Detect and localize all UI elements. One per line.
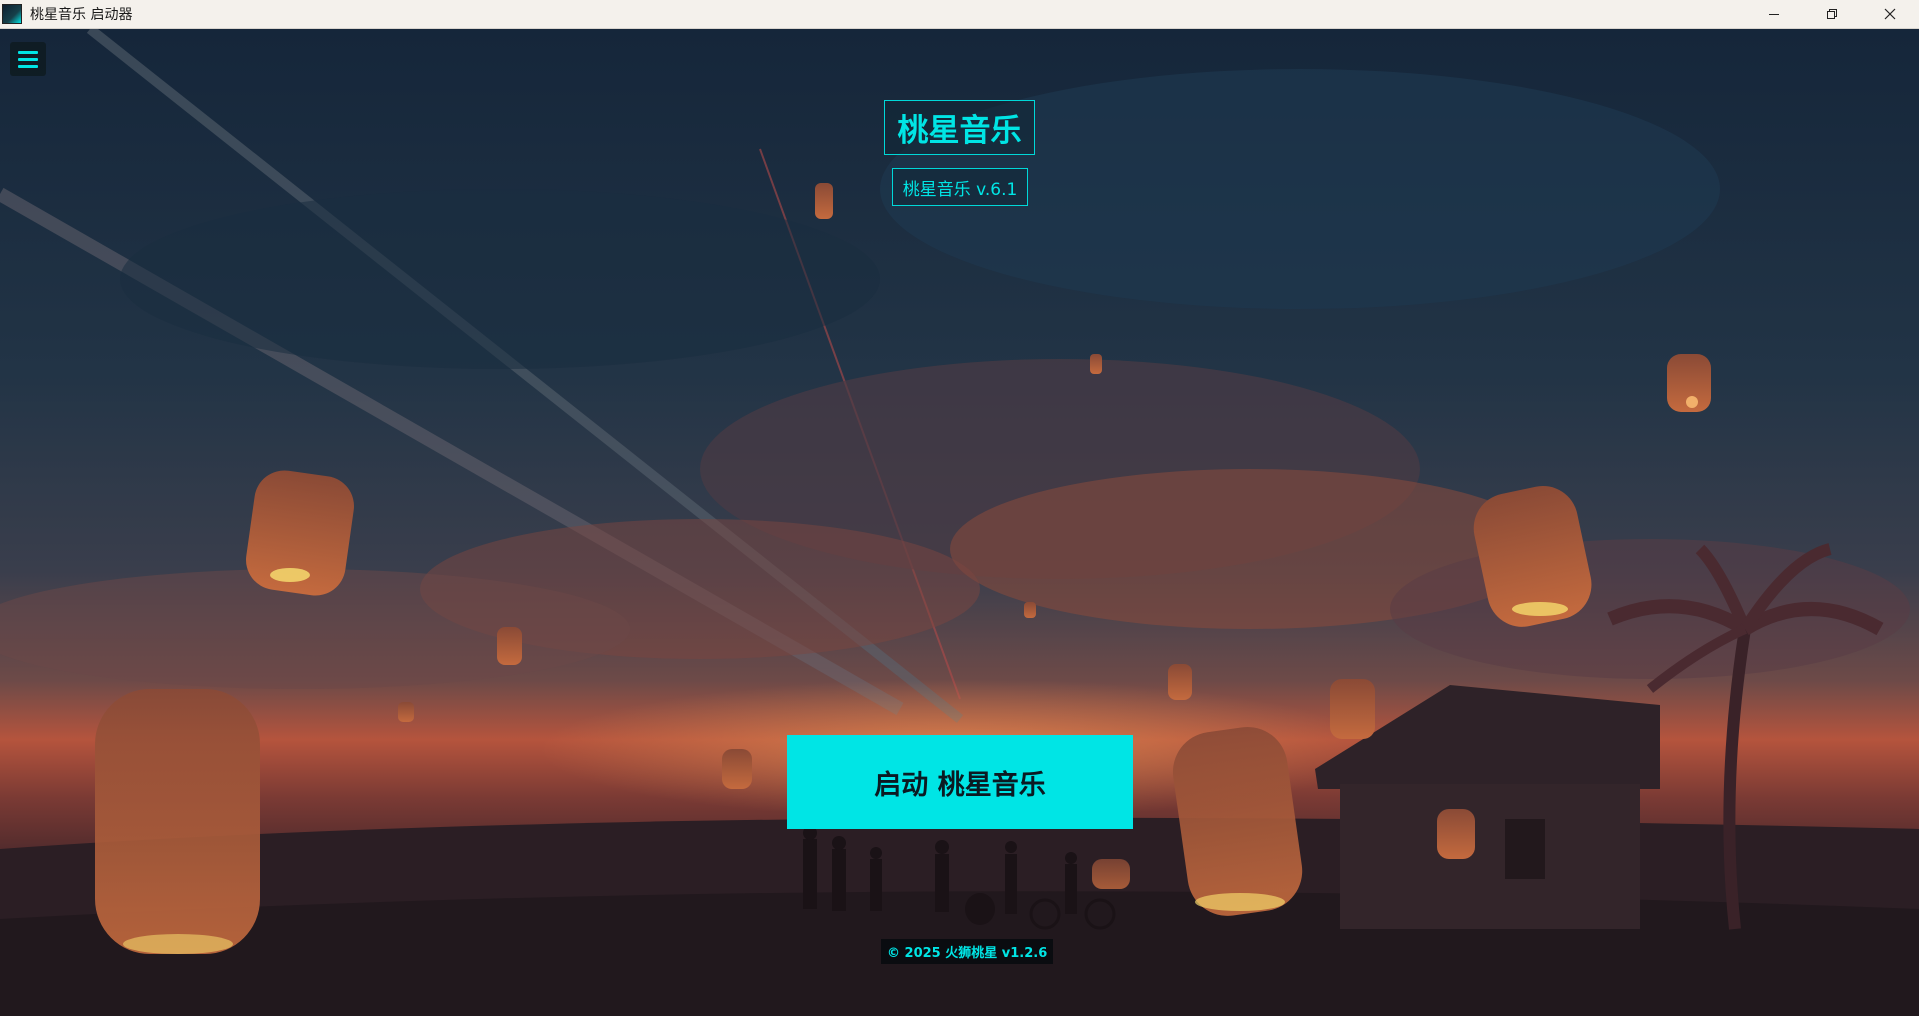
hamburger-line [18,57,38,61]
maximize-button[interactable] [1803,0,1861,28]
window-title: 桃星音乐 启动器 [30,7,133,23]
minimize-icon [1769,14,1779,15]
window-controls [1745,0,1919,28]
launch-button[interactable]: 启动 桃星音乐 [787,735,1133,829]
app-title: 桃星音乐 [884,100,1035,155]
close-button[interactable] [1861,0,1919,28]
minimize-button[interactable] [1745,0,1803,28]
hamburger-menu-icon [18,50,38,54]
copyright-footer: © 2025 火狮桃星 v1.2.6 [881,939,1054,964]
title-bar[interactable]: 桃星音乐 启动器 [0,0,1919,29]
close-icon [1884,8,1896,20]
version-badge: 桃星音乐 v.6.1 [892,168,1028,206]
hamburger-menu-button[interactable] [10,42,46,76]
restore-icon [1827,9,1837,19]
launcher-window: 桃星音乐 启动器 桃星音乐 桃星音乐 v.6.1 启动 桃星音乐 © 2025 … [0,0,1919,1016]
hamburger-line [18,64,38,68]
app-icon [2,4,22,24]
